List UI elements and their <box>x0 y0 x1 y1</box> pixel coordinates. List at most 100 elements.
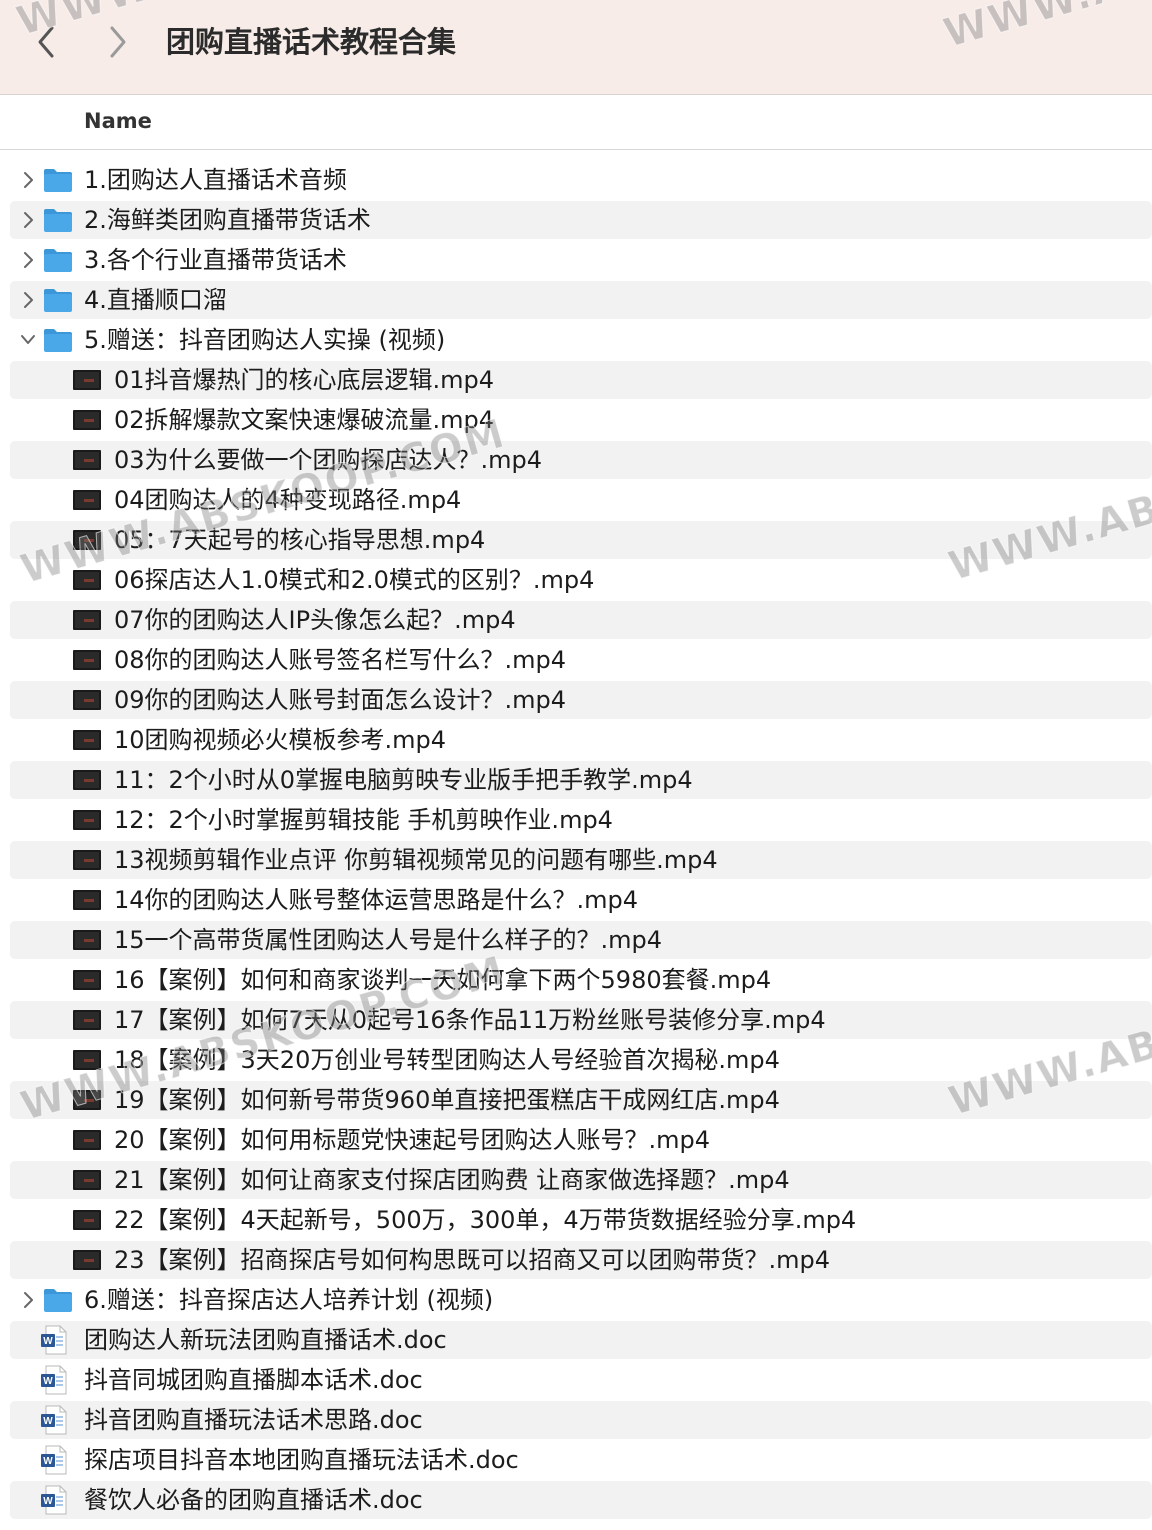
item-name: 09你的团购达人账号封面怎么设计？.mp4 <box>114 686 567 714</box>
item-name: 03为什么要做一个团购探店达人？.mp4 <box>114 446 543 474</box>
video-file-icon <box>72 1088 102 1116</box>
video-file-icon <box>72 768 102 796</box>
file-row[interactable]: 15一个高带货属性团购达人号是什么样子的？.mp4 <box>10 921 1152 959</box>
item-name: 16【案例】如何和商家谈判一天如何拿下两个5980套餐.mp4 <box>114 966 772 994</box>
folder-row[interactable]: 5.赠送：抖音团购达人实操 (视频) <box>10 321 1152 359</box>
file-row[interactable]: 06探店达人1.0模式和2.0模式的区别？.mp4 <box>10 561 1152 599</box>
file-row[interactable]: 11：2个小时从0掌握电脑剪映专业版手把手教学.mp4 <box>10 761 1152 799</box>
video-file-icon <box>72 1248 102 1276</box>
window-toolbar: 团购直播话术教程合集 <box>0 0 1152 95</box>
file-row[interactable]: 14你的团购达人账号整体运营思路是什么？.mp4 <box>10 881 1152 919</box>
folder-row[interactable]: 4.直播顺口溜 <box>10 281 1152 319</box>
video-file-icon <box>72 648 102 676</box>
file-row[interactable]: 19【案例】如何新号带货960单直接把蛋糕店干成网红店.mp4 <box>10 1081 1152 1119</box>
word-document-icon: W <box>40 1445 68 1479</box>
word-document-icon: W <box>40 1365 68 1399</box>
video-file-icon <box>72 448 102 476</box>
item-name: 08你的团购达人账号签名栏写什么？.mp4 <box>114 646 567 674</box>
file-row[interactable]: W 团购达人新玩法团购直播话术.doc <box>10 1321 1152 1359</box>
name-column-header[interactable]: Name <box>84 107 152 135</box>
item-name: 3.各个行业直播带货话术 <box>84 246 347 274</box>
item-name: 23【案例】招商探店号如何构思既可以招商又可以团购带货？.mp4 <box>114 1246 831 1274</box>
item-name: 05：7天起号的核心指导思想.mp4 <box>114 526 486 554</box>
folder-row[interactable]: 3.各个行业直播带货话术 <box>10 241 1152 279</box>
item-name: 14你的团购达人账号整体运营思路是什么？.mp4 <box>114 886 639 914</box>
svg-text:W: W <box>43 1376 53 1387</box>
disclosure-collapsed-icon[interactable] <box>18 249 38 271</box>
file-row[interactable]: W 抖音团购直播玩法话术思路.doc <box>10 1401 1152 1439</box>
video-file-icon <box>72 968 102 996</box>
disclosure-collapsed-icon[interactable] <box>18 289 38 311</box>
video-file-icon <box>72 1208 102 1236</box>
word-document-icon: W <box>40 1325 68 1359</box>
disclosure-expanded-icon[interactable] <box>18 329 38 351</box>
video-file-icon <box>72 728 102 756</box>
file-row[interactable]: W 抖音同城团购直播脚本话术.doc <box>10 1361 1152 1399</box>
folder-icon <box>42 166 74 198</box>
video-file-icon <box>72 408 102 436</box>
item-name: 21【案例】如何让商家支付探店团购费 让商家做选择题？.mp4 <box>114 1166 790 1194</box>
folder-icon <box>42 246 74 278</box>
item-name: 6.赠送：抖音探店达人培养计划 (视频) <box>84 1286 494 1314</box>
item-name: 抖音团购直播玩法话术思路.doc <box>84 1406 423 1434</box>
item-name: 2.海鲜类团购直播带货话术 <box>84 206 371 234</box>
folder-icon <box>42 326 74 358</box>
item-name: 18【案例】3天20万创业号转型团购达人号经验首次揭秘.mp4 <box>114 1046 780 1074</box>
video-file-icon <box>72 1168 102 1196</box>
file-row[interactable]: 04团购达人的4种变现路径.mp4 <box>10 481 1152 519</box>
file-row[interactable]: 16【案例】如何和商家谈判一天如何拿下两个5980套餐.mp4 <box>10 961 1152 999</box>
svg-text:W: W <box>43 1336 53 1347</box>
disclosure-collapsed-icon[interactable] <box>18 209 38 231</box>
back-button[interactable] <box>30 22 64 62</box>
item-name: 20【案例】如何用标题党快速起号团购达人账号？.mp4 <box>114 1126 711 1154</box>
word-document-icon: W <box>40 1485 68 1519</box>
video-file-icon <box>72 688 102 716</box>
item-name: 团购达人新玩法团购直播话术.doc <box>84 1326 447 1354</box>
item-name: 餐饮人必备的团购直播话术.doc <box>84 1486 423 1514</box>
file-row[interactable]: W 餐饮人必备的团购直播话术.doc <box>10 1481 1152 1519</box>
folder-row[interactable]: 1.团购达人直播话术音频 <box>10 161 1152 199</box>
file-row[interactable]: 03为什么要做一个团购探店达人？.mp4 <box>10 441 1152 479</box>
video-file-icon <box>72 1008 102 1036</box>
item-name: 1.团购达人直播话术音频 <box>84 166 347 194</box>
file-row[interactable]: 23【案例】招商探店号如何构思既可以招商又可以团购带货？.mp4 <box>10 1241 1152 1279</box>
item-name: 5.赠送：抖音团购达人实操 (视频) <box>84 326 446 354</box>
forward-button[interactable] <box>100 22 134 62</box>
video-file-icon <box>72 568 102 596</box>
folder-row[interactable]: 2.海鲜类团购直播带货话术 <box>10 201 1152 239</box>
folder-icon <box>42 1286 74 1318</box>
item-name: 12：2个小时掌握剪辑技能 手机剪映作业.mp4 <box>114 806 613 834</box>
file-row[interactable]: 10团购视频必火模板参考.mp4 <box>10 721 1152 759</box>
file-row[interactable]: 07你的团购达人IP头像怎么起？.mp4 <box>10 601 1152 639</box>
file-row[interactable]: 01抖音爆热门的核心底层逻辑.mp4 <box>10 361 1152 399</box>
file-row[interactable]: 21【案例】如何让商家支付探店团购费 让商家做选择题？.mp4 <box>10 1161 1152 1199</box>
file-row[interactable]: 13视频剪辑作业点评 你剪辑视频常见的问题有哪些.mp4 <box>10 841 1152 879</box>
file-row[interactable]: 17【案例】如何7天从0起号16条作品11万粉丝账号装修分享.mp4 <box>10 1001 1152 1039</box>
window-title: 团购直播话术教程合集 <box>166 25 457 59</box>
item-name: 抖音同城团购直播脚本话术.doc <box>84 1366 423 1394</box>
video-file-icon <box>72 1048 102 1076</box>
file-row[interactable]: 09你的团购达人账号封面怎么设计？.mp4 <box>10 681 1152 719</box>
file-row[interactable]: 22【案例】4天起新号，500万，300单，4万带货数据经验分享.mp4 <box>10 1201 1152 1239</box>
file-row[interactable]: 18【案例】3天20万创业号转型团购达人号经验首次揭秘.mp4 <box>10 1041 1152 1079</box>
chevron-right-icon <box>110 26 126 58</box>
item-name: 15一个高带货属性团购达人号是什么样子的？.mp4 <box>114 926 663 954</box>
item-name: 17【案例】如何7天从0起号16条作品11万粉丝账号装修分享.mp4 <box>114 1006 826 1034</box>
column-header: Name <box>0 95 1152 150</box>
folder-row[interactable]: 6.赠送：抖音探店达人培养计划 (视频) <box>10 1281 1152 1319</box>
disclosure-collapsed-icon[interactable] <box>18 169 38 191</box>
disclosure-collapsed-icon[interactable] <box>18 1289 38 1311</box>
item-name: 4.直播顺口溜 <box>84 286 227 314</box>
file-row[interactable]: 08你的团购达人账号签名栏写什么？.mp4 <box>10 641 1152 679</box>
chevron-left-icon <box>38 26 54 58</box>
video-file-icon <box>72 1128 102 1156</box>
file-row[interactable]: 02拆解爆款文案快速爆破流量.mp4 <box>10 401 1152 439</box>
file-row[interactable]: 05：7天起号的核心指导思想.mp4 <box>10 521 1152 559</box>
file-row[interactable]: 12：2个小时掌握剪辑技能 手机剪映作业.mp4 <box>10 801 1152 839</box>
file-row[interactable]: W 探店项目抖音本地团购直播玩法话术.doc <box>10 1441 1152 1479</box>
video-file-icon <box>72 808 102 836</box>
video-file-icon <box>72 608 102 636</box>
video-file-icon <box>72 928 102 956</box>
item-name: 06探店达人1.0模式和2.0模式的区别？.mp4 <box>114 566 595 594</box>
file-row[interactable]: 20【案例】如何用标题党快速起号团购达人账号？.mp4 <box>10 1121 1152 1159</box>
